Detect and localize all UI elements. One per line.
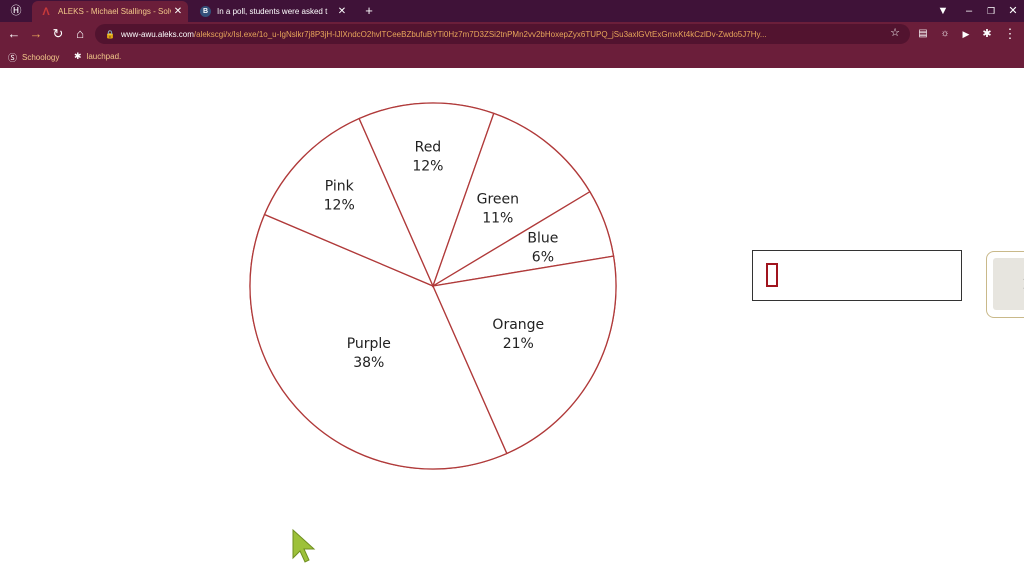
page-content: Purple 38% Pink 12% Red 12% Green 11% Blue 6% Oran…	[0, 68, 1024, 568]
bookmarks-bar: Ⓢ Schoology ✱ lauchpad.	[0, 47, 1024, 68]
bookmark-label: Schoology	[22, 53, 60, 62]
bookmark-star-icon[interactable]: ☆	[890, 26, 900, 39]
chrome-profile-icon[interactable]: Ⓗ	[6, 0, 26, 22]
reload-icon[interactable]: ↻	[50, 26, 66, 42]
side-panel: ✕	[986, 251, 1024, 318]
back-icon[interactable]: ←	[6, 26, 22, 42]
tab-poll[interactable]: B In a poll, students were asked t ✕	[192, 1, 352, 22]
close-tab-icon[interactable]: ✕	[335, 6, 349, 17]
pie-label-orange: Orange	[492, 317, 544, 333]
bookmark-label: lauchpad.	[86, 52, 122, 61]
pie-label-green: Green	[477, 192, 519, 208]
pie-percent-pink: 12%	[324, 198, 355, 214]
tab-title: In a poll, students were asked t	[217, 7, 328, 16]
forward-icon[interactable]: →	[28, 26, 44, 42]
address-bar[interactable]: 🔒 www-awu.aleks.com /alekscgi/x/Isl.exe/…	[95, 24, 910, 44]
bookmark-launchpad[interactable]: ✱ lauchpad.	[74, 51, 121, 62]
close-tab-icon[interactable]: ✕	[171, 6, 185, 17]
answer-input[interactable]	[752, 250, 962, 301]
extension-icon[interactable]: ☼	[937, 26, 953, 42]
lock-icon: 🔒	[105, 29, 115, 39]
mouse-cursor-icon	[292, 528, 316, 563]
home-icon[interactable]: ⌂	[72, 26, 88, 42]
pie-percent-purple: 38%	[353, 355, 384, 371]
extension-icon[interactable]: ▶	[958, 26, 974, 42]
pie-percent-red: 12%	[412, 158, 443, 174]
tab-title: ALEKS - Michael Stallings - Solv	[58, 7, 171, 16]
pie-percent-orange: 21%	[503, 336, 534, 352]
browser-chrome: Ⓗ Λ ALEKS - Michael Stallings - Solv ✕ B…	[0, 0, 1024, 68]
url-host: www-awu.aleks.com	[121, 29, 194, 39]
tab-aleks[interactable]: Λ ALEKS - Michael Stallings - Solv ✕	[32, 1, 188, 22]
extensions-puzzle-icon[interactable]: ✱	[979, 26, 995, 42]
pie-label-blue: Blue	[527, 231, 558, 247]
pie-label-pink: Pink	[325, 179, 355, 195]
extension-icon[interactable]: ▤	[915, 26, 931, 42]
close-window-icon[interactable]: ✕	[1004, 0, 1022, 22]
aleks-icon: Λ	[42, 5, 50, 18]
pie-chart: Purple 38% Pink 12% Red 12% Green 11% Blue 6% Oran…	[249, 102, 617, 470]
bookmark-schoology[interactable]: Ⓢ Schoology	[8, 51, 59, 64]
minimize-icon[interactable]: –	[960, 0, 978, 22]
restore-icon[interactable]: ❐	[982, 0, 1000, 22]
side-panel-inner: ✕	[993, 258, 1024, 310]
new-tab-button[interactable]: +	[360, 0, 378, 22]
url-path: /alekscgi/x/Isl.exe/1o_u-IgNslkr7j8P3jH-…	[193, 29, 767, 39]
pie-percent-blue: 6%	[532, 250, 554, 266]
tab-strip: Ⓗ Λ ALEKS - Michael Stallings - Solv ✕ B…	[0, 0, 1024, 22]
brainly-icon: B	[200, 6, 211, 17]
pie-label-purple: Purple	[347, 336, 391, 352]
pie-label-red: Red	[415, 139, 442, 155]
pie-percent-green: 11%	[482, 211, 513, 227]
navigation-bar: ← → ↻ ⌂ 🔒 www-awu.aleks.com /alekscgi/x/…	[0, 22, 1024, 46]
launchpad-icon: ✱	[74, 51, 82, 61]
schoology-icon: Ⓢ	[8, 53, 18, 63]
menu-icon[interactable]: ⋮	[1002, 26, 1018, 42]
input-caret	[766, 263, 778, 287]
tab-search-icon[interactable]: ▼	[934, 0, 952, 22]
